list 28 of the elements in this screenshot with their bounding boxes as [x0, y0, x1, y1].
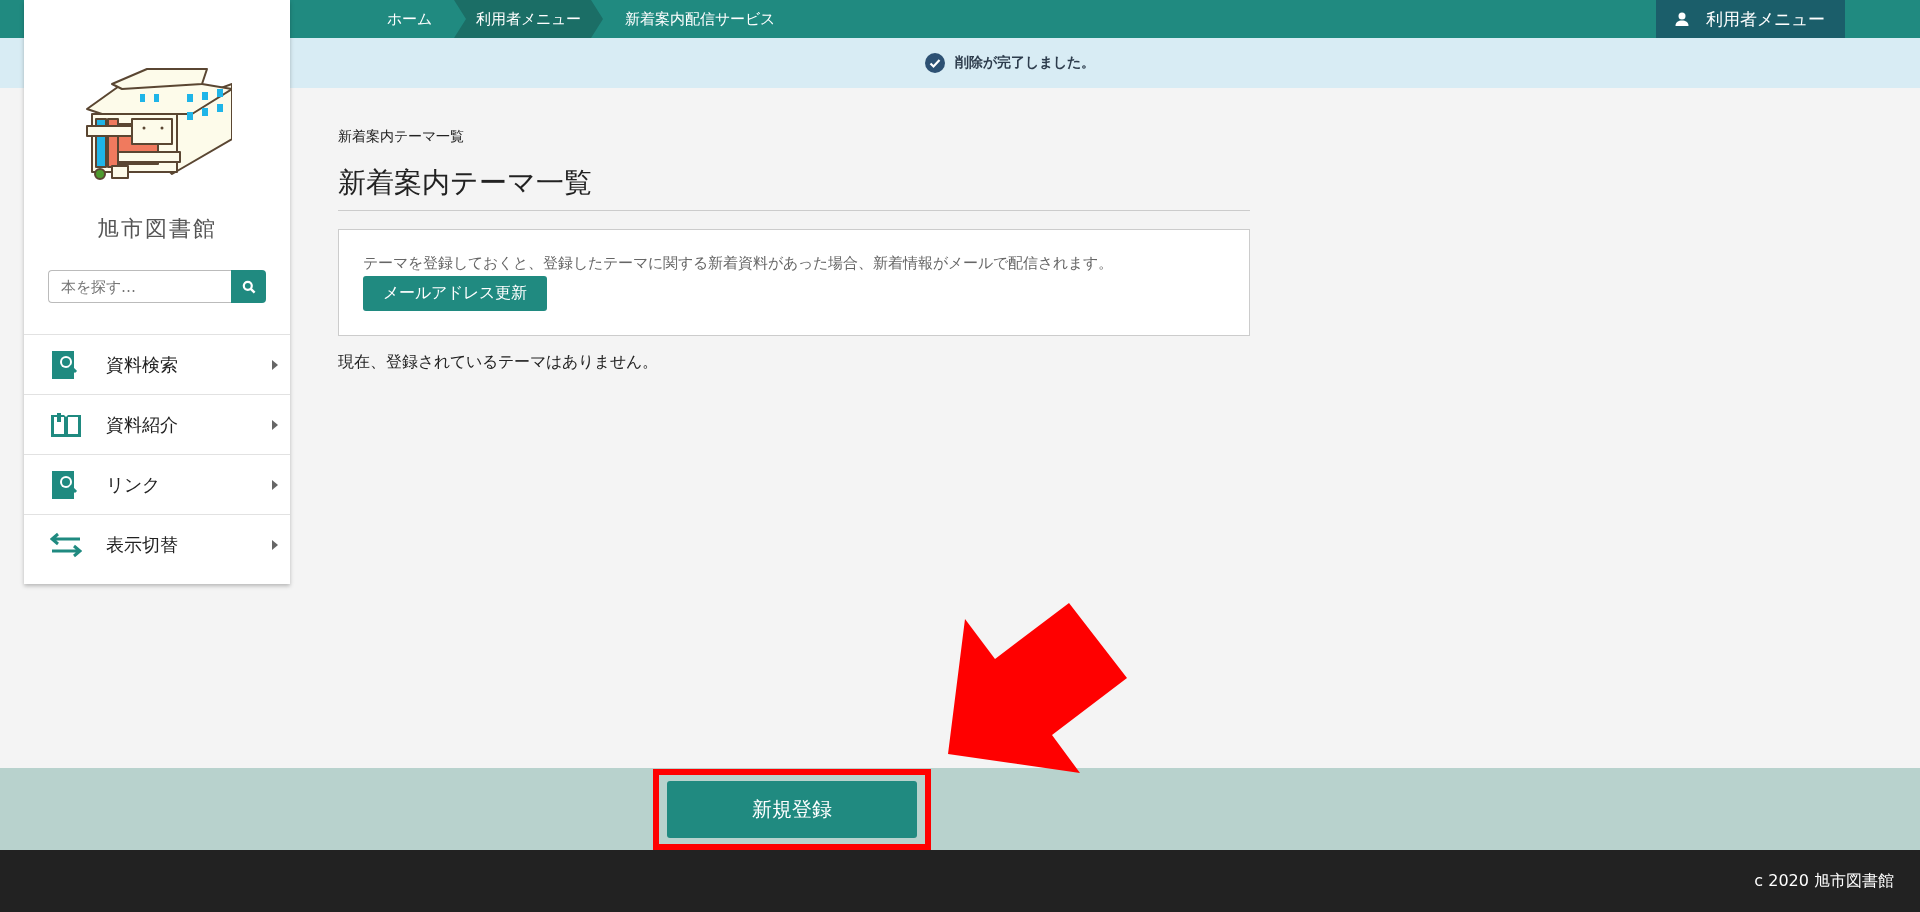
check-circle-icon — [925, 53, 945, 73]
notice-text: 削除が完了しました。 — [955, 54, 1095, 72]
email-update-button[interactable]: メールアドレス更新 — [363, 276, 547, 311]
info-text: テーマを登録しておくと、登録したテーマに関する新着資料があった場合、新着情報がメールで配信されます。 — [363, 253, 1114, 274]
empty-message: 現在、登録されているテーマはありません。 — [338, 352, 659, 373]
caret-right-icon — [272, 479, 278, 490]
caret-right-icon — [272, 419, 278, 430]
sidebar-menu-item[interactable]: 表示切替 — [24, 514, 290, 574]
search-icon — [241, 279, 256, 294]
caret-right-icon — [272, 539, 278, 550]
sidebar-menu-item[interactable]: 資料検索 — [24, 334, 290, 394]
sidebar-menu-item[interactable]: リンク — [24, 454, 290, 514]
sidebar-menu-item[interactable]: 資料紹介 — [24, 394, 290, 454]
user-menu-button[interactable]: 利用者メニュー — [1656, 0, 1845, 38]
page-title: 新着案内テーマ一覧 — [338, 164, 1250, 211]
copyright-text: c 2020 旭市図書館 — [1754, 870, 1894, 892]
breadcrumb-link[interactable]: 利用者メニュー — [454, 0, 603, 38]
new-registration-button[interactable]: 新規登録 — [667, 780, 917, 838]
search-button[interactable] — [231, 270, 266, 303]
library-name: 旭市図書館 — [97, 215, 217, 243]
breadcrumb-link[interactable]: ホーム — [365, 0, 454, 38]
swap-arrows-icon — [50, 531, 82, 558]
user-icon — [1674, 11, 1690, 27]
breadcrumb-link[interactable]: 新着案内配信サービス — [603, 0, 797, 38]
page-breadcrumb-title: 新着案内テーマ一覧 — [338, 128, 465, 146]
caret-right-icon — [272, 359, 278, 370]
search-field[interactable]: 本を探す… — [48, 270, 231, 303]
open-book-icon — [50, 411, 82, 438]
